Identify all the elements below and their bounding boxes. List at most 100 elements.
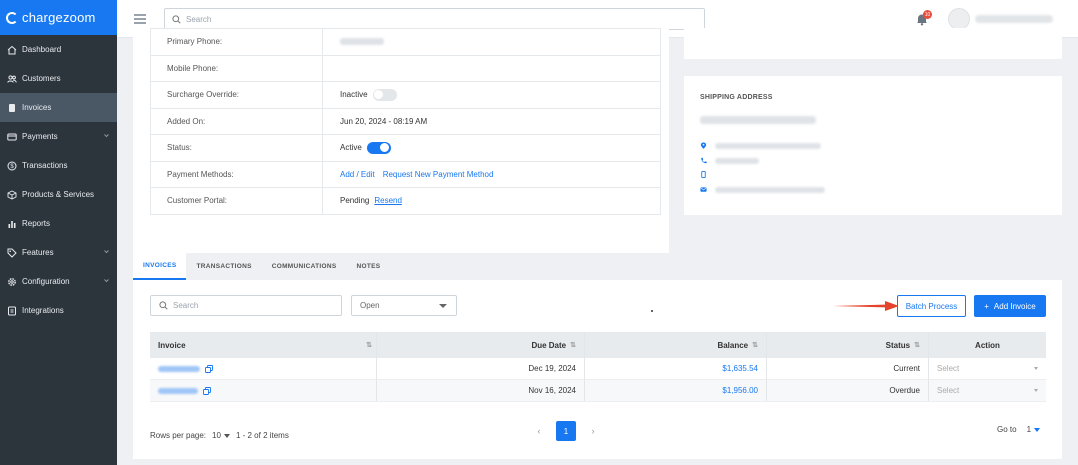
sidebar-item-features[interactable]: Features xyxy=(0,238,117,267)
avatar[interactable] xyxy=(948,8,970,30)
column-header-action: Action xyxy=(975,340,1000,350)
tab-notes[interactable]: NOTES xyxy=(346,253,390,280)
sidebar-item-label: Configuration xyxy=(22,277,70,286)
sort-icon[interactable]: ⇅ xyxy=(752,341,758,349)
menu-toggle-icon[interactable] xyxy=(134,14,146,24)
sort-icon[interactable]: ⇅ xyxy=(570,341,576,349)
redacted-value xyxy=(340,38,384,46)
global-search-input[interactable] xyxy=(186,14,686,24)
sidebar-item-customers[interactable]: Customers xyxy=(0,64,117,93)
shipping-name-redacted xyxy=(700,116,816,124)
invoice-number-link[interactable] xyxy=(158,365,200,372)
add-edit-payment-link[interactable]: Add / Edit xyxy=(340,170,375,179)
invoice-icon xyxy=(7,103,17,113)
chevron-down-icon xyxy=(1034,367,1038,370)
action-select-placeholder: Select xyxy=(937,386,960,395)
go-to-page-select[interactable]: 1 xyxy=(1027,425,1041,434)
sidebar-item-label: Transactions xyxy=(22,161,68,170)
sort-icon[interactable]: ⇅ xyxy=(914,341,920,349)
tab-communications[interactable]: COMMUNICATIONS xyxy=(262,253,347,280)
sidebar-item-label: Reports xyxy=(22,219,51,228)
action-select[interactable]: Select xyxy=(929,380,1046,401)
status-filter-select[interactable]: Open xyxy=(351,295,457,316)
global-search xyxy=(164,8,705,30)
chevron-down-icon xyxy=(1034,427,1041,432)
info-row-status: Status: Active xyxy=(151,134,660,161)
copy-icon[interactable] xyxy=(205,364,213,373)
invoice-search xyxy=(150,295,342,316)
action-select[interactable]: Select xyxy=(929,358,1046,379)
tab-invoices[interactable]: INVOICES xyxy=(133,253,187,280)
column-header-status[interactable]: Status ⇅ xyxy=(767,332,929,358)
resend-link[interactable]: Resend xyxy=(374,196,402,205)
tab-transactions[interactable]: TRANSACTIONS xyxy=(186,253,261,280)
sidebar-item-dashboard[interactable]: Dashboard xyxy=(0,35,117,64)
column-header-due-date[interactable]: Due Date ⇅ xyxy=(377,332,585,358)
request-payment-method-link[interactable]: Request New Payment Method xyxy=(383,170,494,179)
invoice-search-input[interactable] xyxy=(173,301,333,310)
due-date-cell: Nov 16, 2024 xyxy=(377,380,585,401)
column-header-balance[interactable]: Balance ⇅ xyxy=(585,332,767,358)
go-to-label: Go to xyxy=(997,425,1017,434)
shipping-email-line xyxy=(700,186,825,193)
invoice-cell xyxy=(150,358,377,379)
next-page-button[interactable]: › xyxy=(583,421,603,441)
info-row-primary-phone: Primary Phone: xyxy=(151,28,660,55)
invoice-number-link[interactable] xyxy=(158,387,198,394)
status-cell: Current xyxy=(767,358,929,379)
info-value: Jun 20, 2024 - 08:19 AM xyxy=(340,116,428,126)
chevron-down-icon xyxy=(104,134,109,138)
page-number-button[interactable]: 1 xyxy=(556,421,576,441)
table-row: Dec 19, 2024 $1,635.54 Current Select xyxy=(150,358,1046,380)
invoices-panel: INVOICES TRANSACTIONS COMMUNICATIONS NOT… xyxy=(133,253,1062,459)
sidebar-item-label: Dashboard xyxy=(22,45,62,54)
shipping-title: SHIPPING ADDRESS xyxy=(700,94,773,101)
sidebar-item-integrations[interactable]: Integrations xyxy=(0,296,117,325)
sidebar-item-products-services[interactable]: Products & Services xyxy=(0,180,117,209)
balance-cell[interactable]: $1,956.00 xyxy=(585,380,767,401)
sidebar-item-payments[interactable]: Payments xyxy=(0,122,117,151)
tag-icon xyxy=(7,248,17,258)
due-date-cell: Dec 19, 2024 xyxy=(377,358,585,379)
brand-name: chargezoom xyxy=(22,10,96,25)
brand-bar: chargezoom xyxy=(0,0,117,35)
brand-logo[interactable]: chargezoom xyxy=(6,10,96,25)
shipping-mobile-line xyxy=(700,171,707,178)
sort-icon[interactable]: ⇅ xyxy=(366,341,372,349)
sidebar-item-label: Customers xyxy=(22,74,61,83)
surcharge-toggle[interactable] xyxy=(372,88,397,101)
info-value: Pending Resend xyxy=(323,196,402,205)
info-row-mobile-phone: Mobile Phone: xyxy=(151,54,660,81)
box-icon xyxy=(7,189,17,200)
sidebar-item-transactions[interactable]: $ Transactions xyxy=(0,151,117,180)
rows-per-page: Rows per page: 10 1 - 2 of 2 items xyxy=(150,431,289,440)
info-value: Inactive xyxy=(323,88,397,101)
column-header-invoice[interactable]: Invoice ⇅ xyxy=(150,332,377,358)
batch-process-button[interactable]: Batch Process xyxy=(897,295,966,317)
status-cell: Overdue xyxy=(767,380,929,401)
redacted-value xyxy=(715,157,759,164)
billing-card xyxy=(684,28,1062,59)
copy-icon[interactable] xyxy=(203,386,211,395)
dollar-icon: $ xyxy=(7,161,17,171)
invoices-table: Invoice ⇅ Due Date ⇅ Balance ⇅ Status ⇅ Acti… xyxy=(150,332,1046,402)
chevron-down-icon xyxy=(439,304,447,308)
balance-cell[interactable]: $1,635.54 xyxy=(585,358,767,379)
location-pin-icon xyxy=(700,142,707,149)
prev-page-button[interactable]: ‹ xyxy=(529,421,549,441)
rows-per-page-select[interactable]: 10 xyxy=(212,431,230,440)
info-row-added-on: Added On: Jun 20, 2024 - 08:19 AM xyxy=(151,107,660,134)
user-name-redacted[interactable] xyxy=(975,15,1053,23)
sidebar-item-reports[interactable]: Reports xyxy=(0,209,117,238)
chart-icon xyxy=(7,219,17,229)
add-invoice-button[interactable]: + Add Invoice xyxy=(974,295,1046,317)
redacted-value xyxy=(715,142,821,149)
phone-icon xyxy=(701,157,707,164)
sidebar-item-invoices[interactable]: Invoices xyxy=(0,93,117,122)
notification-badge: 10 xyxy=(923,10,932,19)
sidebar-item-label: Products & Services xyxy=(22,190,95,199)
status-toggle[interactable] xyxy=(366,141,391,154)
sidebar-item-configuration[interactable]: Configuration xyxy=(0,267,117,296)
table-header: Invoice ⇅ Due Date ⇅ Balance ⇅ Status ⇅ Acti… xyxy=(150,332,1046,358)
chevron-down-icon xyxy=(1034,389,1038,392)
